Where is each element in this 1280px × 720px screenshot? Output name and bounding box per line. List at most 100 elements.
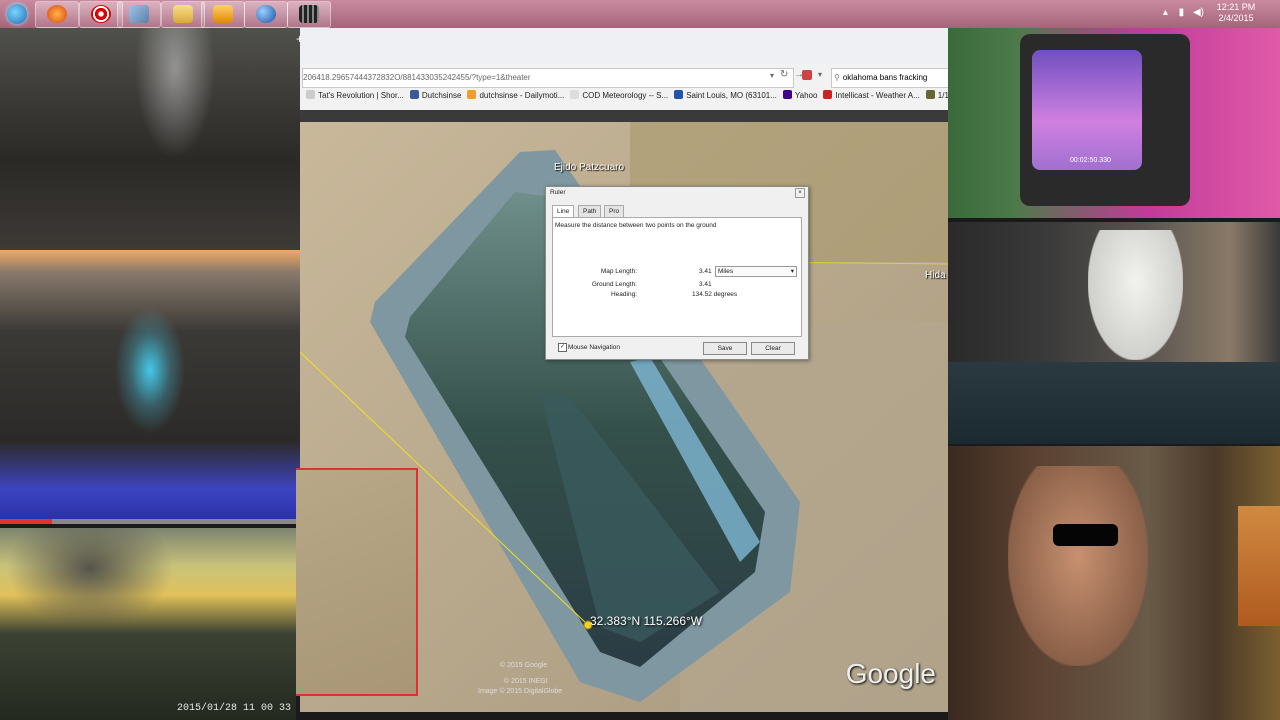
clock-time: 12:21 PM xyxy=(1216,2,1256,12)
place-label-ejido-patzcuaro: Ejido Patzcuaro xyxy=(554,162,625,173)
bookmark-favicon-icon xyxy=(925,90,935,99)
place-label-hida: Hida xyxy=(925,270,946,281)
gear-icon xyxy=(129,5,149,23)
bookmark-item[interactable]: Saint Louis, MO (63101... xyxy=(674,90,777,100)
film-icon xyxy=(299,5,319,23)
ground-length-label: Ground Length: xyxy=(591,281,637,288)
copyright-text-2: © 2015 INEGI xyxy=(504,678,548,685)
ground-length-value: 3.41 xyxy=(699,281,712,288)
unit-value: Miles xyxy=(718,268,734,275)
video-progress-fill xyxy=(0,519,52,524)
bookmark-label: COD Meteorology -- S... xyxy=(582,91,669,100)
bookmark-item[interactable]: dutchsinse - Dailymoti... xyxy=(467,90,564,100)
start-button[interactable] xyxy=(2,1,32,27)
map-toolbar xyxy=(300,110,948,122)
media-player-taskbar-button[interactable] xyxy=(201,1,245,28)
reload-icon[interactable]: ↻ xyxy=(780,69,788,80)
video-progress-bar[interactable] xyxy=(0,519,304,524)
bookmark-favicon-icon xyxy=(823,90,833,99)
bookmark-label: Intellicast - Weather A... xyxy=(835,91,920,100)
ruler-panel: Measure the distance between two points … xyxy=(552,217,802,337)
dropdown-arrow-icon[interactable]: ▾ xyxy=(770,71,774,80)
bookmark-item[interactable]: Yahoo xyxy=(782,90,818,100)
play-icon xyxy=(213,5,233,23)
clock-date: 2/4/2015 xyxy=(1218,13,1254,23)
video-timestamp: 2015/01/28 11 00 33 xyxy=(177,703,292,714)
google-earth-taskbar-button[interactable] xyxy=(244,1,288,28)
globe-icon xyxy=(256,5,276,23)
bookmark-item[interactable]: Intellicast - Weather A... xyxy=(823,90,920,100)
windows-logo-icon xyxy=(7,4,27,24)
firefox-taskbar-button[interactable] xyxy=(35,1,79,28)
chevron-down-icon: ▾ xyxy=(790,268,794,275)
coordinate-label: 32.383°N 115.266°W xyxy=(590,614,703,628)
volcano-smoke-image xyxy=(0,28,300,250)
person-white-robe-image xyxy=(948,222,1280,444)
chevron-up-icon[interactable]: ▴ xyxy=(1163,7,1168,18)
explorer-taskbar-button[interactable] xyxy=(161,1,205,28)
bookmark-favicon-icon xyxy=(570,90,580,99)
map-inset-overlay xyxy=(296,468,418,696)
bookmark-label: Tat's Revolution | Shor... xyxy=(318,91,404,100)
settings-taskbar-button[interactable] xyxy=(117,1,161,28)
man-sunglasses-image xyxy=(948,446,1280,720)
google-logo: Google xyxy=(845,658,936,689)
bookmark-label: dutchsinse - Dailymoti... xyxy=(479,91,565,100)
bookmark-favicon-icon xyxy=(782,90,792,99)
close-icon[interactable]: × xyxy=(795,188,805,198)
save-button[interactable]: Save xyxy=(703,342,747,355)
search-icon: ⚲ xyxy=(834,73,840,82)
ruler-dialog: Ruler × Line Path Pro Measure the distan… xyxy=(545,186,809,360)
bookmark-favicon-icon xyxy=(674,90,684,99)
folder-icon xyxy=(173,5,193,23)
search-engine-dropdown-icon[interactable]: ▾ xyxy=(818,70,822,79)
addon-icon[interactable] xyxy=(802,70,812,80)
network-icon[interactable]: ▮ xyxy=(1179,7,1185,18)
bookmark-label: Dutchsinse xyxy=(421,91,462,100)
heading-value: 134.52 degrees xyxy=(692,291,738,298)
system-tray: ▴ ▮ ◀) xyxy=(1163,7,1204,18)
map-length-label: Map Length: xyxy=(600,268,637,275)
lava-flow-image xyxy=(0,250,304,522)
search-value: oklahoma bans fracking xyxy=(842,73,928,82)
browser-window: 206418.29657444372832O/881433035242455/?… xyxy=(300,28,950,120)
bookmark-item[interactable]: COD Meteorology -- S... xyxy=(570,90,668,100)
copyright-text-3: Image © 2015 DigitalGlobe xyxy=(478,688,563,695)
bookmark-label: Saint Louis, MO (63101... xyxy=(686,91,777,100)
windows-taskbar: ▴ ▮ ◀) 12:21 PM 2/4/2015 xyxy=(0,0,1280,29)
water-floor xyxy=(948,362,1280,444)
browser-tab-strip xyxy=(300,28,948,64)
search-input[interactable]: ⚲ oklahoma bans fracking xyxy=(831,68,950,88)
retro-tv-image: 00:02:50.330 xyxy=(948,28,1280,218)
man-head xyxy=(1008,466,1148,666)
clear-button[interactable]: Clear xyxy=(751,342,795,355)
magazine-cover xyxy=(1238,506,1280,626)
address-url: 206418.29657444372832O/881433035242455/?… xyxy=(303,73,531,82)
bookmark-item[interactable]: Tat's Revolution | Shor... xyxy=(306,90,404,100)
address-bar[interactable]: 206418.29657444372832O/881433035242455/?… xyxy=(302,68,794,88)
tv-timecode: 00:02:50.330 xyxy=(1070,157,1111,164)
tv-screen xyxy=(1032,50,1142,170)
bookmarks-bar: Tat's Revolution | Shor... Dutchsinse dutc… xyxy=(300,90,948,106)
system-clock[interactable]: 12:21 PM 2/4/2015 xyxy=(1206,2,1266,24)
firefox-icon xyxy=(47,5,67,23)
screen-capture-taskbar-button[interactable] xyxy=(287,1,331,28)
bookmark-favicon-icon xyxy=(306,90,315,99)
ruler-description: Measure the distance between two points … xyxy=(555,222,717,229)
copyright-text-1: © 2015 Google xyxy=(500,662,548,669)
bookmark-favicon-icon xyxy=(467,90,477,99)
ruler-title: Ruler xyxy=(550,189,566,196)
unit-select[interactable]: Miles ▾ xyxy=(715,266,797,277)
bookmark-label: 1/1 xyxy=(937,91,948,100)
volume-icon[interactable]: ◀) xyxy=(1193,7,1204,18)
heading-label: Heading: xyxy=(610,291,637,298)
bookmark-item[interactable]: Dutchsinse xyxy=(409,90,462,100)
person-figure xyxy=(1088,230,1183,360)
target-icon xyxy=(91,5,111,23)
mouse-navigation-checkbox[interactable]: ✓ xyxy=(558,343,567,352)
map-length-value: 3.41 xyxy=(699,268,712,275)
tv-set: 00:02:50.330 xyxy=(1020,34,1190,206)
bookmark-item[interactable]: 1/1 xyxy=(925,90,948,100)
bookmark-label: Yahoo xyxy=(794,91,818,100)
mouse-navigation-label: Mouse Navigation xyxy=(568,344,621,351)
